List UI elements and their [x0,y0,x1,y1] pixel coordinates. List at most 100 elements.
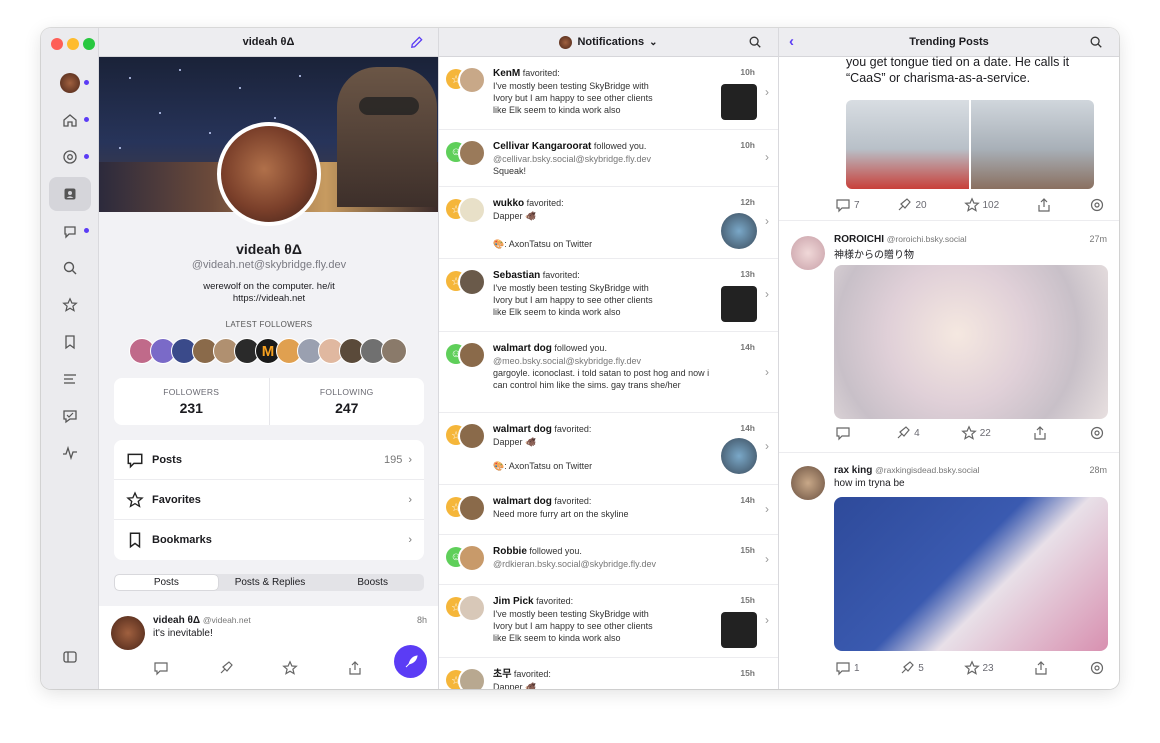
notifications-title[interactable]: Notifications [577,36,644,48]
favorite-button[interactable]: 23 [963,660,994,676]
trending-post[interactable]: ROROICHI @roroichi.bsky.social 27m 神様からの… [779,222,1119,453]
reply-icon[interactable] [153,660,169,676]
notification-item[interactable]: ☺ walmart dog followed you. @meo.bsky.so… [439,332,778,413]
back-chevron-icon[interactable]: ‹ [789,33,794,50]
notification-author: Cellivar Kangaroorat [493,141,592,152]
more-options-icon[interactable] [1089,197,1105,213]
media-image[interactable] [846,100,969,189]
sidebar-toggle-button[interactable] [49,640,91,674]
sidebar-item-favorites[interactable] [49,288,91,322]
tab-posts[interactable]: Posts [115,575,218,590]
avatar[interactable] [458,268,486,296]
avatar[interactable] [458,196,486,224]
post-text: you get tongue tied on a date. He calls … [846,54,1069,86]
notification-author: Sebastian [493,270,541,281]
close-window-button[interactable] [51,38,63,50]
media-image[interactable] [971,100,1094,189]
post-author-handle: @raxkingisdead.bsky.social [875,465,980,475]
avatar[interactable] [458,422,486,450]
chevron-right-icon: › [765,85,769,99]
favorite-button[interactable]: 102 [963,197,999,213]
post-media[interactable] [846,100,1094,189]
reply-button[interactable]: 7 [835,197,860,213]
favorite-button[interactable]: 22 [960,425,991,441]
notification-item[interactable]: ☆ walmart dog favorited: Need more furry… [439,485,778,535]
sidebar-item-profile[interactable] [49,177,91,211]
sidebar-item-activity[interactable] [49,436,91,470]
followers-stat[interactable]: FOLLOWERS 231 [114,378,270,425]
search-icon[interactable] [1089,35,1103,49]
menu-item-bookmarks[interactable]: Bookmarks › [114,520,424,560]
minimize-window-button[interactable] [67,38,79,50]
notification-item[interactable]: ☆ wukko favorited: Dapper 🐗 🎨: AxonTatsu… [439,187,778,259]
menu-item-label: Bookmarks [152,534,212,546]
profile-bio-link[interactable]: https://videah.net [99,293,438,304]
boost-button[interactable]: 4 [895,425,920,441]
notification-item[interactable]: ☆ 초무 favorited: Dapper 🐗 15h [439,658,778,689]
compose-button[interactable] [394,645,427,678]
boost-button[interactable]: 5 [899,660,924,676]
post-media-image[interactable] [834,497,1108,651]
reply-button[interactable] [835,425,854,441]
share-icon[interactable] [1033,660,1049,676]
notification-item[interactable]: ☺ Robbie followed you. @rdkieran.bsky.so… [439,535,778,585]
boost-icon[interactable] [218,660,234,676]
tab-boosts[interactable]: Boosts [321,574,424,591]
following-label: FOLLOWING [319,387,374,397]
trending-post[interactable]: you get tongue tied on a date. He calls … [779,54,1119,221]
more-options-icon[interactable] [1089,425,1105,441]
notification-credit: 🎨: AxonTatsu on Twitter [493,461,593,471]
favorite-star-icon[interactable] [282,660,299,676]
avatar[interactable] [458,667,486,689]
edit-pencil-icon[interactable] [409,35,424,50]
post-author-name: videah θΔ [153,615,201,626]
sidebar-item-notifications[interactable] [49,214,91,248]
avatar[interactable] [458,544,486,572]
notification-item[interactable]: ☆ walmart dog favorited: Dapper 🐗 🎨: Axo… [439,413,778,485]
more-options-icon[interactable] [1089,660,1105,676]
post-text: 神様からの贈り物 [834,250,914,261]
notification-item[interactable]: ☆ Sebastian favorited: I've mostly been … [439,259,778,332]
tab-posts-and-replies[interactable]: Posts & Replies [219,574,322,591]
notification-item[interactable]: ☆ KenM favorited: I've mostly been testi… [439,57,778,130]
sidebar-item-search[interactable] [49,251,91,285]
chevron-right-icon: › [408,534,412,546]
avatar[interactable] [458,139,486,167]
sidebar-item-mentions[interactable] [49,140,91,174]
avatar[interactable] [791,236,825,270]
chevron-down-icon[interactable]: ⌄ [649,37,657,48]
share-icon[interactable] [347,660,363,676]
avatar[interactable] [458,594,486,622]
menu-item-posts[interactable]: Posts 195 › [114,440,424,480]
share-icon[interactable] [1032,425,1048,441]
avatar[interactable] [458,494,486,522]
sidebar-item-conversations[interactable] [49,399,91,433]
post-media-image[interactable] [834,265,1108,419]
search-icon[interactable] [748,35,762,49]
avatar[interactable] [111,616,145,650]
sidebar-item-bookmarks[interactable] [49,325,91,359]
sidebar-item-lists[interactable] [49,362,91,396]
sidebar-account-avatar[interactable] [49,66,91,100]
menu-item-favorites[interactable]: Favorites › [114,480,424,520]
sidebar-item-home[interactable] [49,103,91,137]
follower-avatar[interactable] [381,338,407,364]
notification-author: walmart dog [493,424,552,435]
notification-item[interactable]: ☺ Cellivar Kangaroorat followed you. @ce… [439,130,778,187]
boost-button[interactable]: 20 [896,197,927,213]
profile-display-name: videah θΔ [236,241,302,257]
avatar[interactable] [458,341,486,369]
following-stat[interactable]: FOLLOWING 247 [270,378,425,425]
trending-post[interactable]: rax king @raxkingisdead.bsky.social 28m … [779,454,1119,689]
profile-avatar[interactable] [217,122,321,226]
share-icon[interactable] [1036,197,1052,213]
favorite-count: 22 [979,427,991,439]
avatar[interactable] [791,466,825,500]
zoom-window-button[interactable] [83,38,95,50]
avatar[interactable] [458,66,486,94]
reply-button[interactable]: 1 [835,660,860,676]
profile-post[interactable]: videah θΔ @videah.net 8h it's inevitable… [99,606,438,689]
notification-item[interactable]: ☆ Jim Pick favorited: I've mostly been t… [439,585,778,658]
following-count: 247 [335,400,359,416]
profile-tabs: Posts Posts & Replies Boosts [114,574,424,591]
